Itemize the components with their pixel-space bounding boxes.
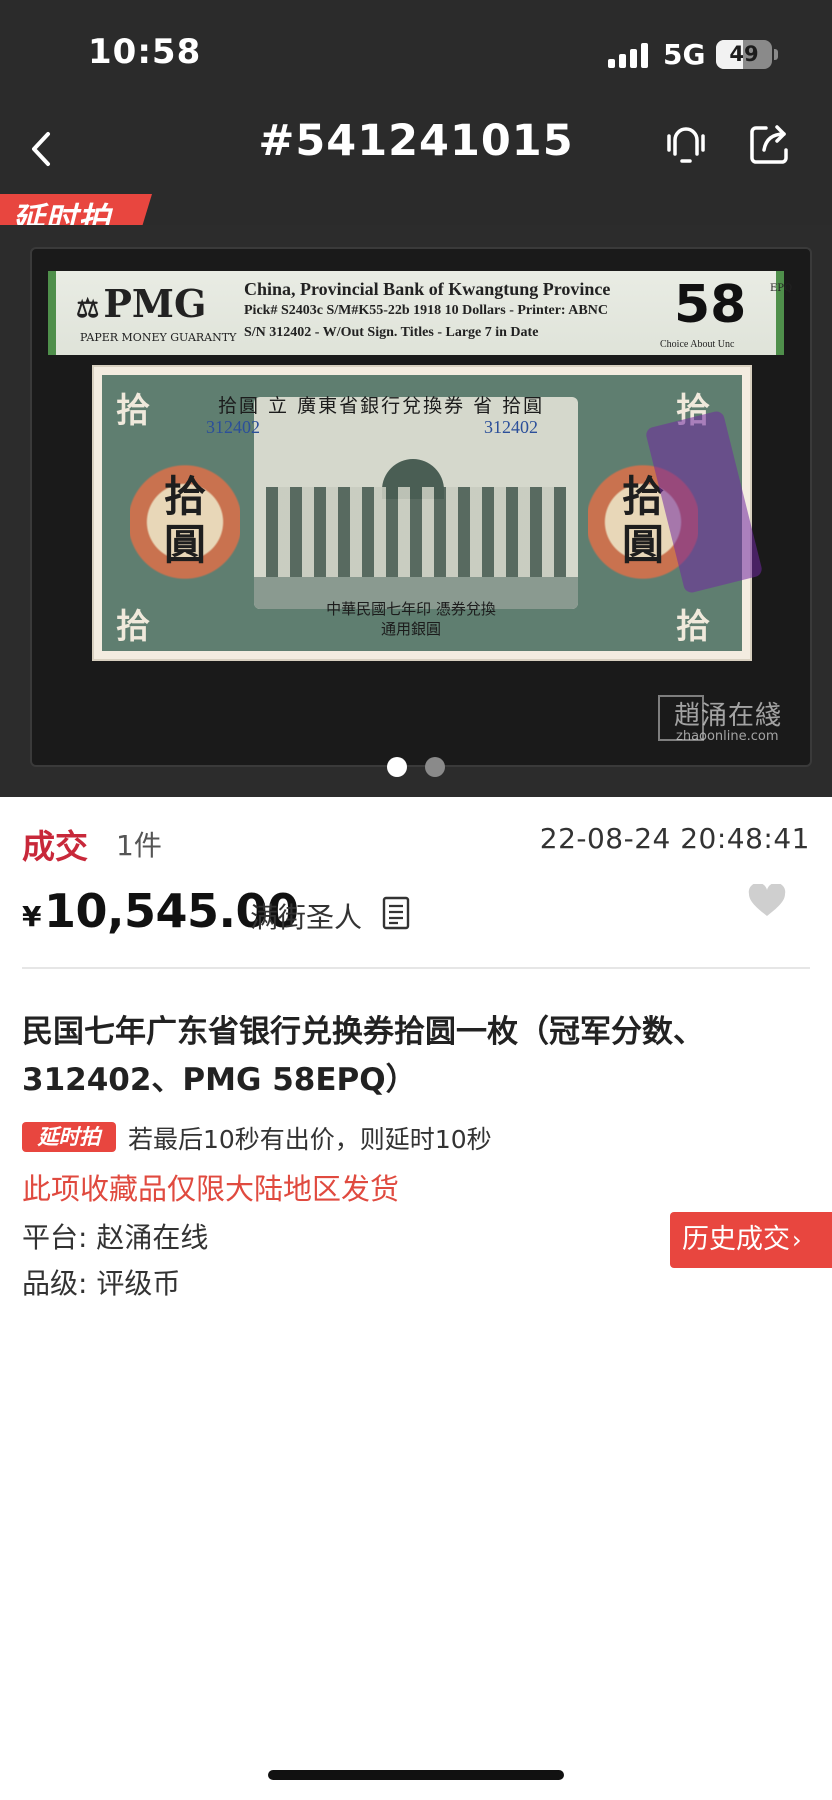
- back-button[interactable]: [22, 126, 62, 172]
- share-button[interactable]: [746, 120, 794, 168]
- corner-value-tl: 拾: [116, 391, 150, 431]
- banknote-slab-image[interactable]: ⚖ PMG PAPER MONEY GUARANTY China, Provinc…: [30, 247, 812, 767]
- shipping-region-note: 此项收藏品仅限大陆地区发货: [22, 1172, 400, 1206]
- chevron-right-icon: ›: [792, 1226, 802, 1254]
- banknote-serial-left: 312402: [206, 417, 260, 437]
- image-carousel[interactable]: ⚖ PMG PAPER MONEY GUARANTY China, Provinc…: [0, 225, 832, 797]
- top-header: 10:58 5G 49 #541241015 延时拍: [0, 0, 832, 244]
- deal-quantity: 1件: [116, 829, 162, 862]
- item-title: 民国七年广东省银行兑换券拾圆一枚（冠军分数、312402、PMG 58EPQ）: [22, 1014, 704, 1098]
- banknote-header: 拾圓 立 廣東省銀行兌換券 省 拾圓: [218, 395, 545, 417]
- carousel-dot-1[interactable]: [387, 757, 407, 777]
- medallion-text-left: 拾圓: [163, 472, 206, 569]
- watermark-url: zhaoonline.com: [676, 729, 779, 744]
- history-deals-label: 历史成交: [682, 1224, 790, 1255]
- pmg-grade-desc: Choice About Unc: [660, 339, 735, 350]
- deal-status: 成交: [22, 827, 88, 866]
- bell-icon: [667, 127, 705, 163]
- value-medallion-left: 拾圓: [130, 447, 240, 597]
- banknote-serial-right: 312402: [484, 417, 538, 437]
- building-facade: [266, 487, 566, 577]
- grade-info: 品级: 评级币: [22, 1267, 181, 1300]
- delay-rule-note: 若最后10秒有出价，则延时10秒: [128, 1125, 492, 1154]
- pmg-grade-suffix: EPQ: [770, 283, 793, 294]
- heart-icon: [748, 882, 786, 916]
- battery-tip: [774, 49, 778, 60]
- pmg-logo-sub: PAPER MONEY GUARANTY: [80, 331, 237, 344]
- pmg-label-line3: S/N 312402 - W/Out Sign. Titles - Large …: [244, 325, 539, 340]
- battery-level: 49: [729, 42, 759, 66]
- corner-value-bl: 拾: [116, 607, 150, 647]
- platform-info: 平台: 赵涌在线: [22, 1221, 209, 1254]
- pmg-logo: ⚖ PMG: [76, 281, 207, 326]
- deal-time: 22-08-24 20:48:41: [539, 822, 810, 855]
- banknote-bottom-text: 中華民國七年印 憑券兌換通用銀圓: [326, 600, 496, 638]
- subscribe-button[interactable]: [662, 120, 710, 168]
- carousel-dot-2[interactable]: [425, 757, 445, 777]
- watermark: 趙涌在綫: [674, 701, 783, 731]
- pmg-label-line2: Pick# S2403c S/M#K55-22b 1918 10 Dollars…: [244, 303, 608, 318]
- pmg-grade: 58: [674, 275, 747, 335]
- history-deals-button[interactable]: 历史成交›: [670, 1212, 832, 1268]
- currency-symbol: ¥: [22, 900, 42, 933]
- favorite-button[interactable]: [748, 882, 786, 918]
- buyer-name[interactable]: 满街圣人: [250, 896, 362, 936]
- home-indicator[interactable]: [268, 1770, 564, 1780]
- pmg-label: ⚖ PMG PAPER MONEY GUARANTY China, Provinc…: [48, 271, 793, 355]
- carousel-pagination: [0, 757, 832, 777]
- document-icon[interactable]: [382, 896, 410, 930]
- lot-number-title: #541241015: [258, 116, 574, 166]
- chevron-left-icon: [32, 132, 50, 166]
- divider: [22, 967, 810, 969]
- pmg-label-line1: China, Provincial Bank of Kwangtung Prov…: [244, 279, 611, 299]
- status-time: 10:58: [88, 32, 202, 72]
- scale-icon: ⚖: [76, 294, 100, 324]
- share-icon: [750, 125, 788, 164]
- banknote: 拾圓 拾圓 拾 拾 拾 拾 拾圓 立 廣東省銀行兌換券 省 拾圓 312402 …: [92, 365, 764, 661]
- delay-auction-tag: 延时拍: [22, 1122, 116, 1152]
- battery-icon: 49: [716, 40, 772, 69]
- signal-icon: [608, 42, 652, 68]
- network-type: 5G: [663, 38, 706, 71]
- corner-value-br: 拾: [676, 607, 710, 647]
